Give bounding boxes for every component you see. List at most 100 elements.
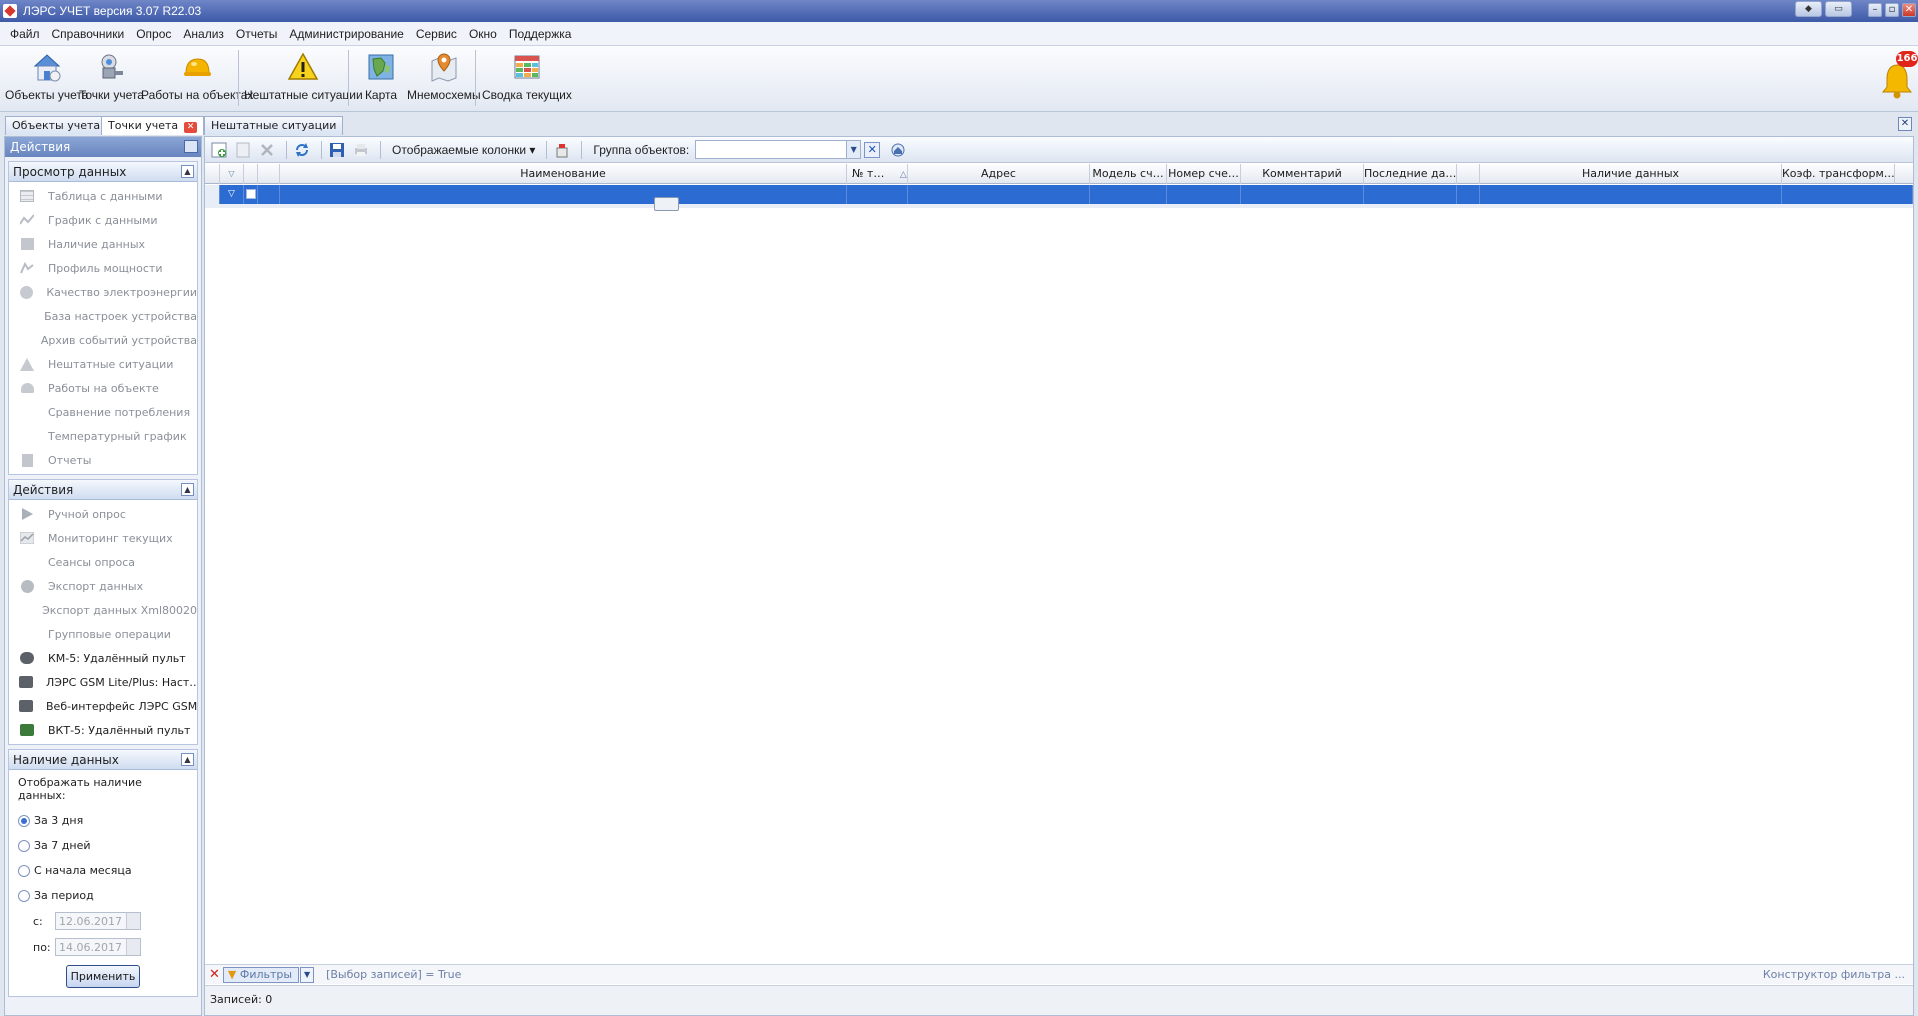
nav-power-profile[interactable]: Профиль мощности (9, 256, 197, 280)
column-header-blank[interactable] (1457, 164, 1480, 184)
visible-columns-dropdown[interactable]: Отображаемые колонки ▾ (392, 143, 535, 157)
ribbon-object-works-button[interactable]: Работы на объектах (141, 50, 253, 108)
filter-cell-number[interactable] (847, 185, 908, 204)
menu-administration[interactable]: Администрирование (283, 27, 409, 41)
menu-reports[interactable]: Отчеты (230, 27, 283, 41)
filters-dropdown[interactable]: ▼ (300, 966, 315, 983)
nav-emergency-situations[interactable]: Нештатные ситуации (9, 352, 197, 376)
action-group-operations[interactable]: Групповые операции (9, 622, 197, 646)
action-vkt5-remote[interactable]: ВКТ-5: Удалённый пульт (9, 718, 197, 742)
auto-filter-row[interactable]: ▽ (205, 185, 1913, 204)
add-record-button[interactable] (209, 140, 229, 160)
close-tab-icon[interactable]: ✕ (184, 122, 198, 133)
menu-poll[interactable]: Опрос (130, 27, 177, 41)
header-check-cell[interactable] (244, 164, 258, 184)
action-current-monitoring[interactable]: Мониторинг текущих (9, 526, 197, 550)
column-header-meter-number[interactable]: Номер сче… (1167, 164, 1241, 184)
ribbon-accounting-objects-button[interactable]: Объекты учета (5, 50, 88, 108)
radio-7-days[interactable]: За 7 дней (9, 833, 197, 858)
clear-group-button[interactable]: ✕ (864, 141, 881, 158)
radio-period[interactable]: За период (9, 883, 197, 908)
data-availability-group-header[interactable]: Наличие данных ▲ (9, 750, 197, 770)
print-button[interactable] (351, 140, 371, 160)
chevron-down-icon[interactable]: ▼ (846, 141, 861, 158)
filter-cell-last-data[interactable] (1364, 185, 1457, 204)
menu-directories[interactable]: Справочники (46, 27, 131, 41)
filters-button[interactable]: ▼ Фильтры (222, 966, 300, 983)
column-header-last-data[interactable]: Последние да… (1364, 164, 1457, 184)
object-group-select[interactable]: ▼ (695, 140, 862, 159)
nav-data-table[interactable]: Таблица с данными (9, 184, 197, 208)
menu-support[interactable]: Поддержка (503, 27, 578, 41)
column-header-name[interactable]: Наименование (280, 164, 847, 184)
filter-cell-model[interactable] (1090, 185, 1167, 204)
filter-cell-availability[interactable] (1480, 185, 1782, 204)
ribbon-mnemonic-schemes-button[interactable]: Мнемосхемы (407, 50, 481, 108)
radio-3-days[interactable]: За 3 дня (9, 808, 197, 833)
filter-cell-address[interactable] (908, 185, 1090, 204)
tab-accounting-objects[interactable]: Объекты учета (5, 116, 108, 135)
menu-window[interactable]: Окно (463, 27, 503, 41)
filter-popup-button[interactable] (654, 197, 679, 211)
close-window-button[interactable]: ✕ (1902, 3, 1916, 17)
nav-data-availability[interactable]: Наличие данных (9, 232, 197, 256)
clear-filter-icon[interactable]: ✕ (209, 967, 220, 982)
radio-month-start[interactable]: С начала месяца (9, 858, 197, 883)
tab-emergency-situations[interactable]: Нештатные ситуации (204, 116, 344, 135)
nav-device-event-archive[interactable]: Архив событий устройства (9, 328, 197, 352)
collapse-icon[interactable]: ▲ (181, 165, 194, 178)
column-header-address[interactable]: Адрес (908, 164, 1090, 184)
menu-analysis[interactable]: Анализ (177, 27, 230, 41)
action-lers-gsm-settings[interactable]: ЛЭРС GSM Lite/Plus: Наст… (9, 670, 197, 694)
nav-consumption-comparison[interactable]: Сравнение потребления (9, 400, 197, 424)
ribbon-metering-points-button[interactable]: Точки учета (79, 50, 144, 108)
apply-button[interactable]: Применить (66, 965, 140, 988)
ribbon-emergency-situations-button[interactable]: Нештатные ситуации (244, 50, 363, 108)
date-from-field[interactable]: 12.06.2017 (55, 912, 141, 930)
group-tree-button[interactable] (888, 140, 908, 160)
delete-record-button[interactable] (257, 140, 277, 160)
filter-cell-blank[interactable] (1457, 185, 1480, 204)
ribbon-current-summary-button[interactable]: Сводка текущих (482, 50, 572, 108)
collapse-ribbon-button[interactable]: ◆ (1795, 1, 1822, 17)
menu-file[interactable]: Файл (4, 27, 46, 41)
nav-object-works[interactable]: Работы на объекте (9, 376, 197, 400)
action-data-export[interactable]: Экспорт данных (9, 574, 197, 598)
ribbon-map-button[interactable]: Карта (364, 50, 398, 108)
column-header-data-availability[interactable]: Наличие данных (1480, 164, 1782, 184)
calendar-dropdown-icon[interactable] (126, 939, 140, 955)
nav-temperature-chart[interactable]: Температурный график (9, 424, 197, 448)
filter-cell-comment[interactable] (1241, 185, 1364, 204)
nav-reports[interactable]: Отчеты (9, 448, 197, 472)
nav-data-chart[interactable]: График с данными (9, 208, 197, 232)
filter-expression[interactable]: [Выбор записей] = True (326, 968, 461, 981)
tab-metering-points[interactable]: Точки учета ✕ (101, 116, 205, 135)
date-to-field[interactable]: 14.06.2017 (55, 938, 141, 956)
column-header-meter-model[interactable]: Модель сч… (1090, 164, 1167, 184)
pin-panel-icon[interactable] (184, 140, 198, 153)
edit-record-button[interactable] (233, 140, 253, 160)
column-header-transform-ratio[interactable]: Коэф. трансформ… (1782, 164, 1895, 184)
notifications-button[interactable]: 166 (1880, 51, 1918, 101)
maximize-button[interactable]: ▫ (1885, 3, 1899, 17)
restore-panel-button[interactable]: ▭ (1825, 1, 1852, 17)
action-poll-sessions[interactable]: Сеансы опроса (9, 550, 197, 574)
filter-row-checkbox[interactable] (244, 185, 258, 204)
nav-device-settings[interactable]: База настроек устройства (9, 304, 197, 328)
filter-constructor-link[interactable]: Конструктор фильтра ... (1763, 968, 1905, 981)
menu-service[interactable]: Сервис (410, 27, 463, 41)
column-header-comment[interactable]: Комментарий (1241, 164, 1364, 184)
save-button[interactable] (327, 140, 347, 160)
action-lers-gsm-web[interactable]: Веб-интерфейс ЛЭРС GSM (9, 694, 197, 718)
action-xml-export[interactable]: Экспорт данных Xml80020 (9, 598, 197, 622)
view-data-group-header[interactable]: Просмотр данных ▲ (9, 162, 197, 182)
filter-cell-meter-number[interactable] (1167, 185, 1241, 204)
column-header-number[interactable]: № т… △ (847, 164, 908, 184)
action-manual-poll[interactable]: Ручной опрос (9, 502, 197, 526)
minimize-button[interactable]: – (1868, 3, 1882, 17)
actions-group-header[interactable]: Действия ▲ (9, 480, 197, 500)
collapse-icon[interactable]: ▲ (181, 483, 194, 496)
calendar-dropdown-icon[interactable] (126, 913, 140, 929)
clear-filter-button[interactable] (552, 140, 572, 160)
close-document-icon[interactable]: ✕ (1898, 117, 1912, 131)
